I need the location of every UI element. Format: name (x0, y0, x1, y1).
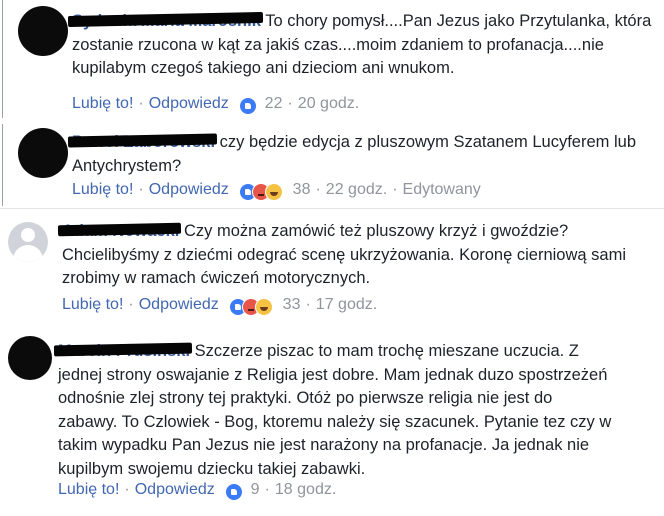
divider (2, 124, 3, 206)
comment-body: Adam Nowacki Czy można zamówić też plusz… (57, 220, 642, 291)
comment-body: Marcin Prusiński Szczerze piszac to mam … (53, 340, 614, 481)
comment-body: Sydonia Maria Marosnik To chory pomysł..… (67, 10, 652, 81)
reaction-count[interactable]: 9 (251, 481, 260, 498)
comment: Sydonia Maria Marosnik To chory pomysł..… (0, 0, 664, 122)
author-name[interactable]: Sydonia Maria Marosnik (67, 10, 263, 34)
comment-body: Paweł Zaborowski czy będzie edycja z plu… (67, 131, 652, 178)
timestamp[interactable]: 17 godz. (316, 296, 377, 313)
avatar[interactable] (18, 6, 68, 56)
default-avatar-icon[interactable] (8, 222, 48, 262)
haha-reaction-icon (265, 183, 284, 201)
author-name[interactable]: Adam Nowacki (57, 220, 182, 244)
comment-actions: Lubię to! · Odpowiedz 9 · 18 godz. (58, 480, 336, 501)
like-link[interactable]: Lubię to! (58, 481, 119, 498)
like-reaction-icon (225, 483, 244, 501)
like-link[interactable]: Lubię to! (72, 181, 133, 198)
author-name[interactable]: Paweł Zaborowski (67, 131, 218, 155)
reply-link[interactable]: Odpowiedz (139, 296, 219, 313)
reaction-count[interactable]: 22 (265, 95, 283, 112)
timestamp[interactable]: 18 godz. (275, 481, 336, 498)
like-link[interactable]: Lubię to! (72, 95, 133, 112)
reply-link[interactable]: Odpowiedz (149, 95, 229, 112)
comment-actions: Lubię to! · Odpowiedz 22 · 20 godz. (72, 94, 359, 115)
timestamp[interactable]: 22 godz. (326, 181, 387, 198)
reply-link[interactable]: Odpowiedz (149, 181, 229, 198)
timestamp[interactable]: 20 godz. (298, 95, 359, 112)
comment-actions: Lubię to! · Odpowiedz 38 · 22 godz. · Edytowan… (72, 180, 481, 201)
edited-label[interactable]: Edytowany (403, 181, 481, 198)
reactions-summary[interactable] (225, 483, 244, 501)
comment-actions: Lubię to! · Odpowiedz 33 · 17 godz. (62, 295, 377, 316)
reply-link[interactable]: Odpowiedz (135, 481, 215, 498)
reactions-summary[interactable] (239, 97, 258, 115)
comment: Paweł Zaborowski czy będzie edycja z plu… (0, 122, 664, 208)
reaction-count[interactable]: 33 (283, 296, 301, 313)
reactions-summary[interactable] (229, 298, 274, 316)
author-name[interactable]: Marcin Prusiński (53, 340, 193, 364)
avatar[interactable] (18, 128, 68, 178)
comment: Adam Nowacki Czy można zamówić też plusz… (0, 208, 664, 321)
haha-reaction-icon (255, 298, 274, 316)
comment: Marcin Prusiński Szczerze piszac to mam … (0, 322, 664, 516)
avatar[interactable] (8, 336, 52, 380)
divider (2, 0, 3, 118)
like-link[interactable]: Lubię to! (62, 296, 123, 313)
like-reaction-icon (239, 97, 258, 115)
reactions-summary[interactable] (239, 183, 284, 201)
reaction-count[interactable]: 38 (293, 181, 311, 198)
